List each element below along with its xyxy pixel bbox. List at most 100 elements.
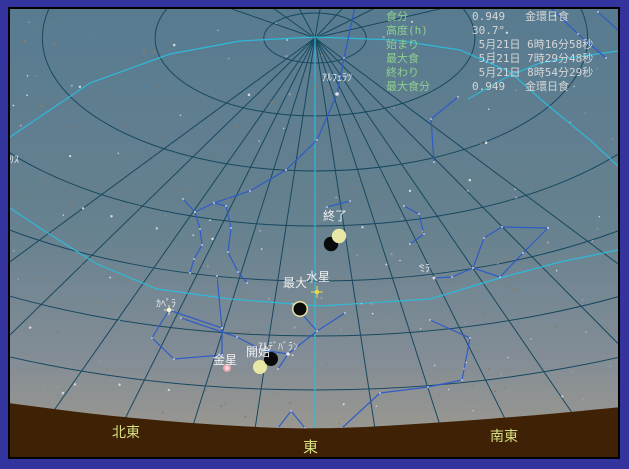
star-dot <box>399 260 401 262</box>
star-dot <box>448 389 449 390</box>
star-dot <box>467 190 468 191</box>
star-dot <box>472 97 474 99</box>
star-dot <box>526 175 527 176</box>
constellation-star <box>522 252 524 254</box>
constellation-star <box>246 282 248 284</box>
star-dot <box>53 223 55 225</box>
star-dot <box>259 230 261 232</box>
star-dot <box>106 368 108 370</box>
info-row-value: 0.949 金環日食 <box>472 10 569 23</box>
star-dot <box>26 95 28 97</box>
star-dot <box>24 40 27 43</box>
constellation-star <box>213 202 215 204</box>
constellation-star <box>429 319 431 321</box>
star-dot <box>592 240 593 241</box>
star-dot <box>248 177 250 179</box>
star-dot <box>531 338 532 339</box>
star-dot <box>207 265 209 267</box>
star-dot <box>118 384 120 386</box>
star-dot <box>439 289 441 291</box>
star-dot <box>508 287 509 288</box>
info-row-value: 5月21日 7時29分48秒 <box>472 52 593 65</box>
eclipse-maximum[interactable] <box>292 301 308 317</box>
star-dot <box>597 228 599 230</box>
star-dot <box>96 301 98 303</box>
star-dot <box>417 244 418 245</box>
star-dot <box>138 205 140 207</box>
constellation-star <box>343 57 345 59</box>
star-dot <box>186 189 189 192</box>
star-dot <box>485 141 488 144</box>
star-dot <box>370 303 372 305</box>
star-dot <box>285 55 287 57</box>
constellation-star <box>285 169 287 171</box>
star-dot <box>15 196 17 198</box>
star-dot <box>63 214 65 216</box>
star-dot <box>500 373 502 375</box>
star-dot <box>38 26 40 28</box>
star-dot <box>183 319 185 321</box>
star-dot <box>329 123 330 124</box>
star-dot <box>571 371 573 373</box>
star-dot <box>453 284 454 285</box>
constellation-star <box>605 57 607 59</box>
star-dot <box>162 137 163 138</box>
star-dot <box>338 423 340 425</box>
star-dot <box>556 270 558 272</box>
star-dot <box>382 36 385 39</box>
info-row-label: 高度(h) <box>386 24 472 38</box>
star-dot <box>192 234 194 236</box>
eclipse-label-maximum: 最大 <box>283 276 307 290</box>
direction-label-east: 東 <box>303 438 318 456</box>
constellation-star <box>189 272 191 274</box>
star-dot <box>335 197 336 198</box>
star-dot <box>69 201 72 204</box>
star-dot <box>412 306 414 308</box>
star-dot <box>225 272 226 273</box>
star-dot <box>488 368 490 370</box>
star-dot <box>292 354 294 356</box>
star-dot <box>82 207 84 209</box>
star-dot <box>570 121 572 123</box>
star-dot <box>271 101 273 103</box>
constellation-star <box>199 228 201 230</box>
star-dot <box>544 205 546 207</box>
star-dot <box>166 319 167 320</box>
constellation-star <box>225 205 227 207</box>
star-dot <box>173 44 176 47</box>
star-dot <box>349 391 350 392</box>
star-dot <box>20 124 22 126</box>
star-dot <box>423 407 424 408</box>
info-row: 終わり 5月21日 8時54分29秒 <box>386 66 593 80</box>
star-dot <box>71 85 73 87</box>
star-dot <box>390 253 392 255</box>
star-dot <box>42 384 44 386</box>
star-dot <box>315 87 317 89</box>
constellation-star <box>277 368 279 370</box>
star-dot <box>465 297 466 298</box>
star-dot <box>507 357 508 358</box>
star-dot <box>320 297 322 299</box>
star-dot <box>609 365 611 367</box>
star-dot <box>35 75 36 76</box>
constellation-star <box>472 267 474 269</box>
star-mira-dot <box>433 277 436 280</box>
star-dot <box>217 30 218 31</box>
star-dot <box>393 107 395 109</box>
star-dot <box>582 398 584 400</box>
constellation-star <box>316 139 318 141</box>
constellation-star <box>619 424 621 426</box>
constellation-star <box>427 386 429 388</box>
info-row-value: 5月21日 8時54分29秒 <box>472 66 593 79</box>
star-dot <box>170 225 172 227</box>
constellation-star <box>355 1 357 3</box>
star-dot <box>495 96 497 98</box>
star-dot <box>521 131 523 133</box>
star-dot <box>228 57 230 59</box>
star-dot <box>137 284 138 285</box>
star-alpheratz[interactable] <box>335 92 339 96</box>
constellation-star <box>344 312 346 314</box>
star-dot <box>180 388 181 389</box>
star-mira[interactable] <box>433 277 436 280</box>
star-dot <box>121 124 123 126</box>
